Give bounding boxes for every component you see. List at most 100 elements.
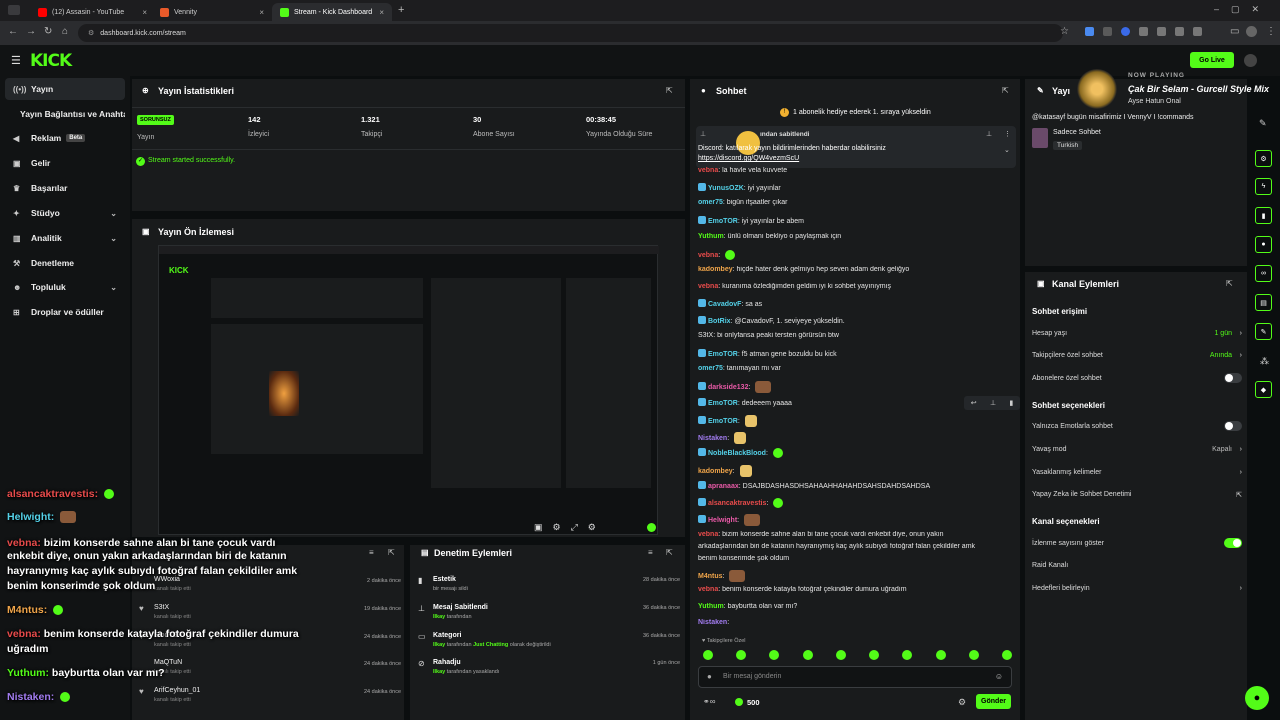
chat-message[interactable]: Nistaken: [698,432,1018,444]
chat-message[interactable]: Yuthum: ünlü olmanı bekliyo o paylaşmak … [698,233,1018,240]
close-icon[interactable]: × [142,8,147,17]
chat-username[interactable]: NobleBlackBlood [708,450,766,457]
tool-bolt-icon[interactable]: ϟ [1255,178,1272,195]
setting-account-age[interactable]: Hesap yaşı 1 gün › [1032,330,1242,337]
pinned-link[interactable]: https://discord.gg/QW4vezmScU [698,155,799,162]
pinned-message[interactable]: ⊥ ından sabitlendi Discord: katılarak ya… [696,126,1016,168]
chat-username[interactable]: kadombey [698,468,733,475]
pencil-icon[interactable]: ✎ [1259,118,1267,129]
chat-username[interactable]: Yuthum [698,233,724,240]
sidebar-item-basarilar[interactable]: ♛ Başarılar [5,177,125,199]
chat-username[interactable]: EmoTOR [708,218,738,225]
setting-show-viewers[interactable]: İzlenme sayısını göster [1032,538,1242,548]
close-icon[interactable]: × [259,8,264,17]
activity-user[interactable]: ArifCeyhun_01 [154,687,200,694]
filter-icon[interactable]: ≡ [648,548,653,557]
sidebar-item-reklam[interactable]: ◀ Reklam Beta [5,127,125,149]
chat-username[interactable]: S3tX [698,332,713,339]
chat-username[interactable]: vebna [698,586,718,593]
chat-message[interactable]: S3tX: bi onlyfansa peaki tersten görürsü… [698,332,1018,339]
emote-icon[interactable] [869,650,880,660]
chat-username[interactable]: CavadovF [708,301,741,308]
expand-icon[interactable]: ⇱ [1226,279,1233,288]
subs-only-toggle[interactable] [1224,373,1242,383]
new-tab-icon[interactable]: + [398,4,404,16]
emote-icon[interactable] [703,650,713,660]
chat-message[interactable]: arkadaşlarından biri de katanın hayranıy… [698,543,1018,550]
tool-users-icon[interactable]: ⁂ [1260,356,1269,367]
tool-link-icon[interactable]: ∞ [1255,265,1272,282]
more-icon[interactable]: ⋮ [1004,130,1011,138]
expand-icon[interactable]: ⇱ [1002,86,1009,95]
reply-icon[interactable]: ↩ [971,399,977,407]
chat-username[interactable]: EmoTOR [708,351,738,358]
extensions-area[interactable] [1085,27,1225,39]
chat-message[interactable]: BotRix: @CavadovF, 1. seviyeye yükseldin… [698,316,1018,325]
url-input[interactable]: ⚙ dashboard.kick.com/stream [78,24,1063,42]
split-view-icon[interactable]: ▭ [1230,26,1239,37]
chat-message[interactable]: Nistaken: [698,619,1018,626]
sidebar-item-stream-key[interactable]: Yayın Bağlantısı ve Anahtarı [5,103,125,125]
stream-preview-video[interactable]: KICK ▣⚙⤢⚙ [158,245,659,535]
chat-username[interactable]: Helwight [708,517,737,524]
moderation-by[interactable]: Ilkay [433,642,445,648]
emote-only-toggle[interactable] [1224,421,1242,431]
chat-message[interactable]: kadombey: [698,465,1018,477]
close-icon[interactable]: × [379,8,384,17]
setting-subs-only[interactable]: Abonelere özel sohbet [1032,373,1242,383]
tool-doc-icon[interactable]: ▮ [1255,207,1272,224]
chat-settings-icon[interactable]: ⚙ [958,697,966,708]
tool-shield-icon[interactable]: ◆ [1255,381,1272,398]
chat-username[interactable]: BotRix [708,318,731,325]
chat-username[interactable]: vebna [698,252,718,259]
tool-list-icon[interactable]: ▤ [1255,294,1272,311]
setting-slow-mode[interactable]: Yavaş mod Kapalı › [1032,446,1242,453]
chat-message[interactable]: kadombey: hiçde hater denk gelmiyo hep s… [698,266,1018,273]
emote-icon[interactable] [736,650,747,660]
tab-vennity[interactable]: Vennity × [152,3,272,21]
extension-icon[interactable] [1085,27,1094,36]
chat-message[interactable]: CavadovF: sa as [698,299,1018,308]
chat-username[interactable]: alsancaktravestis [708,500,766,507]
site-info-icon[interactable]: ⚙ [88,29,94,37]
chat-message[interactable]: omer75: bigün ifşaatler çıkar [698,199,1018,206]
sidebar-item-yayin[interactable]: ((•)) Yayın [5,78,125,100]
chat-message[interactable]: vebna: la havle vela kuvvete [698,167,1018,174]
kick-logo[interactable]: KICK [30,51,72,71]
expand-icon[interactable]: ⇱ [388,548,395,557]
chat-message[interactable]: vebna: benim konserde katayla fotoğraf ç… [698,586,1018,593]
delete-icon[interactable]: ▮ [1009,399,1013,407]
chat-message[interactable]: vebna: kuranıma özlediğimden geldim iyi … [698,283,1018,290]
setting-ai-moderation[interactable]: Yapay Zeka ile Sohbet Denetimi ⇱ [1032,491,1242,499]
setting-emote-only[interactable]: Yalnızca Emotlarla sohbet [1032,421,1242,431]
home-icon[interactable]: ⌂ [62,26,68,37]
hamburger-menu-icon[interactable]: ☰ [11,54,21,67]
chat-username[interactable]: apranaax [708,483,739,490]
setting-banned-words[interactable]: Yasaklanmış kelimeler › [1032,469,1242,476]
chat-username[interactable]: YunusOZK [708,185,744,192]
category-name[interactable]: Sadece Sohbet [1053,129,1101,136]
chat-message[interactable]: NobleBlackBlood: [698,448,1018,459]
setting-goals[interactable]: Hedefleri belirleyin › [1032,585,1242,592]
bookmark-star-icon[interactable]: ☆ [1060,26,1069,37]
setting-raid[interactable]: Raid Kanalı [1032,562,1242,569]
download-icon[interactable] [1193,27,1202,36]
activity-user[interactable]: S3tX [154,604,169,611]
forward-icon[interactable]: → [26,26,36,37]
tool-settings-icon[interactable]: ⚙ [1255,150,1272,167]
profile-avatar[interactable] [1246,26,1257,37]
chat-message[interactable]: vebna: [698,250,1018,260]
chat-message[interactable]: Yuthum: bayburtta olan var mı? [698,603,1018,610]
chat-message[interactable]: EmoTOR: f5 atman gene bozuldu bu kick [698,349,1018,358]
chat-message[interactable]: EmoTOR: iyi yayınlar be abem [698,216,1018,225]
emote-picker-icon[interactable]: ● [707,672,712,681]
chat-username[interactable]: omer75 [698,199,723,206]
help-chat-icon[interactable]: ● [1245,686,1269,710]
chat-message[interactable]: apranaax: DSAJBDASHASDHSAHAAHHAHAHDSAHSD… [698,481,1018,490]
chat-message[interactable]: benim konserimde şok oldum [698,555,1018,562]
chat-username[interactable]: EmoTOR [708,400,738,407]
moderation-actor[interactable]: Rahadju [433,659,461,666]
chat-username[interactable]: Nistaken [698,435,727,442]
chat-message[interactable]: Helwight: [698,514,1018,526]
activity-user[interactable]: MaQTuN [154,659,182,666]
